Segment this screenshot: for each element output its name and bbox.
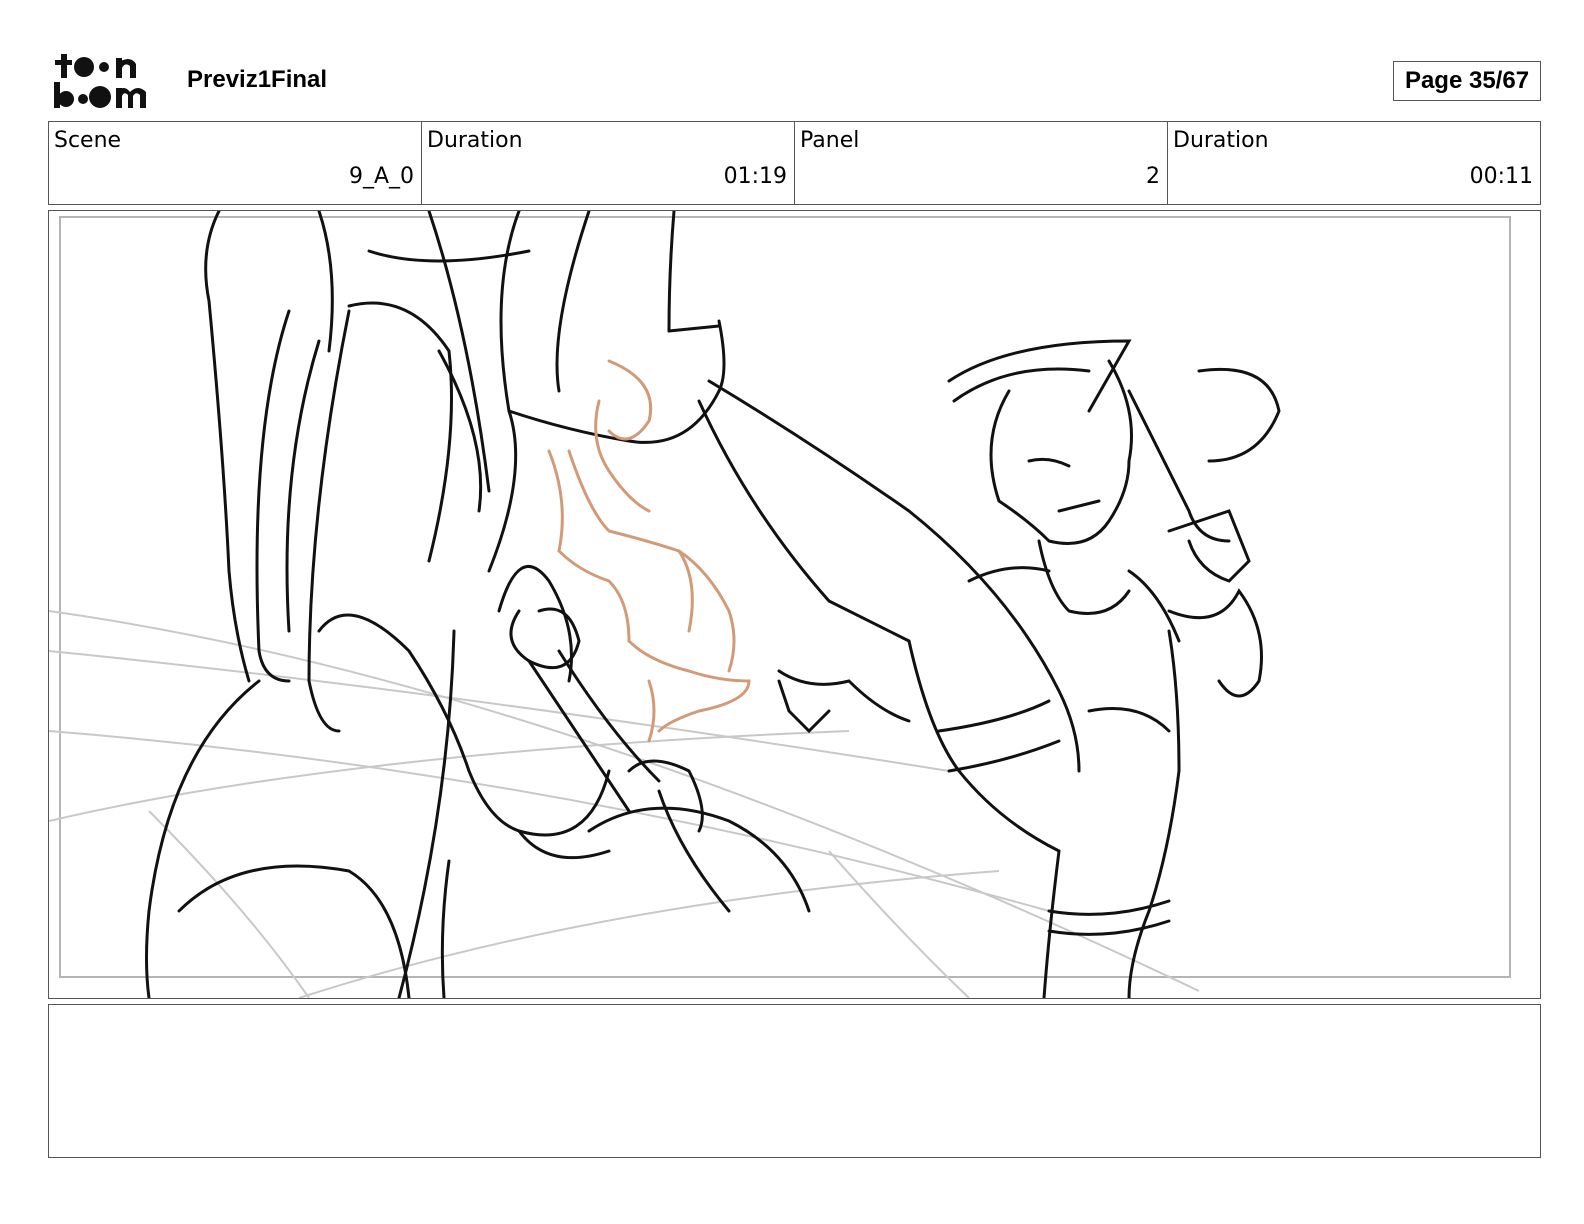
- panel-info-table: Scene 9_A_0 Duration 01:19 Panel 2 Durat…: [48, 121, 1541, 205]
- scene-duration-cell: Duration 01:19: [422, 122, 795, 204]
- project-title: Previz1Final: [187, 66, 328, 93]
- safe-frame-border: [59, 216, 1511, 978]
- scene-value: 9_A_0: [348, 164, 414, 189]
- storyboard-sketch: [49, 211, 1511, 998]
- panel-cell: Panel 2: [795, 122, 1168, 204]
- panel-value: 2: [1146, 164, 1160, 189]
- storyboard-panel: [48, 210, 1541, 999]
- panel-duration-cell: Duration 00:11: [1168, 122, 1540, 204]
- scene-duration-value: 01:19: [723, 164, 787, 189]
- panel-notes-box: [48, 1004, 1541, 1158]
- toonboom-logo: [54, 54, 146, 108]
- scene-duration-label: Duration: [427, 128, 523, 153]
- scene-label: Scene: [54, 128, 122, 153]
- panel-duration-label: Duration: [1173, 128, 1269, 153]
- scene-cell: Scene 9_A_0: [49, 122, 422, 204]
- page-number: Page 35/67: [1393, 61, 1541, 101]
- panel-label: Panel: [800, 128, 860, 153]
- panel-duration-value: 00:11: [1469, 164, 1533, 189]
